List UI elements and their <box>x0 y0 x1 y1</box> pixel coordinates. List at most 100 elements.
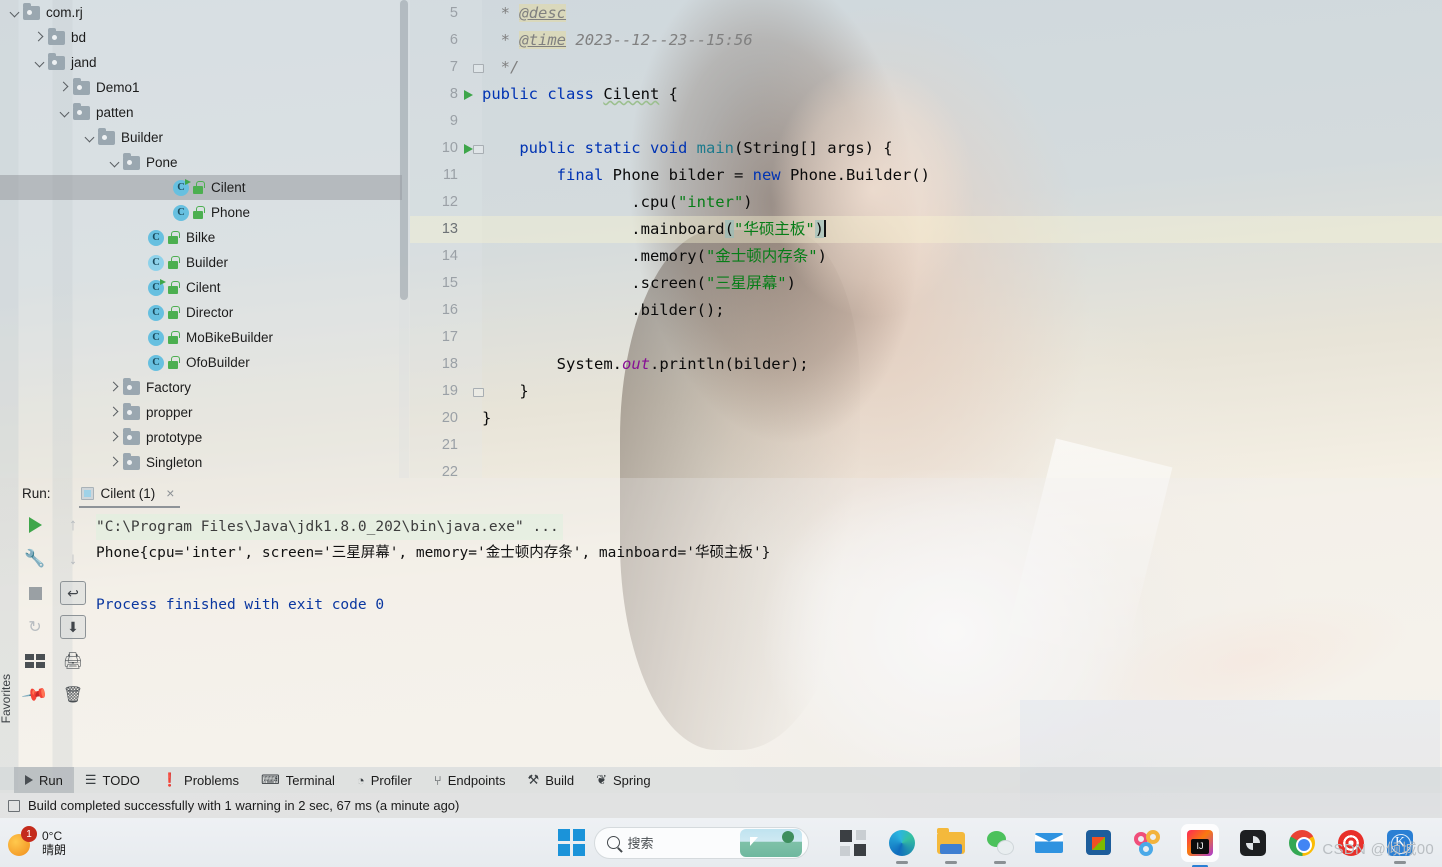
code-line-17[interactable]: 17 <box>410 324 1442 351</box>
search-input[interactable]: 搜索 <box>593 826 809 859</box>
scroll-up-button[interactable]: ↑ <box>54 508 92 542</box>
run-gutter-icon[interactable] <box>464 90 473 100</box>
tree-item-jand[interactable]: jand <box>0 50 402 75</box>
microsoft-store-icon[interactable] <box>1083 828 1113 858</box>
print-button[interactable]: 🖨 <box>54 644 92 678</box>
tree-item-cilent[interactable]: C Cilent <box>0 275 402 300</box>
run-console-toolbar-left[interactable]: 🔧 ↻ 📌 <box>16 508 54 767</box>
pin-tab-button[interactable]: 📌 <box>16 678 54 712</box>
layout-button[interactable] <box>16 644 54 678</box>
bottom-tab-run[interactable]: Run <box>14 767 74 793</box>
scroll-to-end-button[interactable]: ⬇ <box>54 610 92 644</box>
tree-item-phone[interactable]: C Phone <box>0 200 402 225</box>
bottom-tab-problems[interactable]: ❗ Problems <box>151 767 250 793</box>
left-tool-stripe[interactable]: Structure Favorites <box>0 478 16 767</box>
tree-item-factory[interactable]: Factory <box>0 375 402 400</box>
clear-all-button[interactable]: 🗑 <box>54 678 92 712</box>
chevron-right-icon[interactable] <box>108 450 123 475</box>
rerun-button[interactable] <box>16 508 54 542</box>
bottom-tool-bar[interactable]: Run ☰ TODO ❗ Problems ⌨ Terminal ◔ Profiler ⑂ Endp… <box>0 767 1442 793</box>
weather-widget[interactable]: 1 0°C 晴朗 <box>8 823 66 863</box>
chevron-down-icon[interactable] <box>8 0 23 25</box>
tree-item-patten[interactable]: patten <box>0 100 402 125</box>
chevron-right-icon[interactable] <box>33 25 48 50</box>
code-line-22[interactable]: 22 <box>410 459 1442 478</box>
wechat-icon[interactable] <box>985 828 1015 864</box>
rerun-failed-button[interactable]: ↻ <box>16 610 54 644</box>
tree-item-com.rj[interactable]: com.rj <box>0 0 402 25</box>
fan-control-icon[interactable] <box>1238 828 1268 858</box>
bottom-tab-todo[interactable]: ☰ TODO <box>74 767 151 793</box>
run-console-toolbar-right[interactable]: ↑ ↓ ↩ ⬇ 🖨 🗑 <box>54 508 92 767</box>
code-line-16[interactable]: 16 .bilder(); <box>410 297 1442 324</box>
widgets-icon[interactable] <box>838 828 868 858</box>
windows-taskbar[interactable]: 1 0°C 晴朗 搜索 IJ K <box>0 818 1442 867</box>
code-line-19[interactable]: 19 } <box>410 378 1442 405</box>
file-explorer-icon[interactable] <box>936 827 966 864</box>
folder-icon <box>48 52 65 70</box>
chevron-right-icon[interactable] <box>58 75 73 100</box>
code-line-10[interactable]: 10 public static void main(String[] args… <box>410 135 1442 162</box>
console-output[interactable]: "C:\Program Files\Java\jdk1.8.0_202\bin\… <box>96 514 1442 767</box>
run-tab-cilent[interactable]: Cilent (1) × <box>77 478 183 508</box>
chevron-down-icon[interactable] <box>58 100 73 125</box>
code-line-11[interactable]: 11 final Phone bilder = new Phone.Builde… <box>410 162 1442 189</box>
intellij-idea-icon[interactable] <box>1181 823 1219 867</box>
editor-code-area[interactable]: 5 * @desc 6 * @time 2023--12--23--15:56 7 … <box>410 0 1442 478</box>
chevron-right-icon[interactable] <box>108 400 123 425</box>
edge-icon[interactable] <box>887 828 917 864</box>
tree-item-prototype[interactable]: prototype <box>0 425 402 450</box>
code-line-13[interactable]: 13 .mainboard("华硕主板") <box>410 216 1442 243</box>
windows-logo-icon[interactable] <box>558 829 585 856</box>
soft-wrap-button[interactable]: ↩ <box>54 576 92 610</box>
code-line-8[interactable]: 8 public class Cilent { <box>410 81 1442 108</box>
code-line-18[interactable]: 18 System.out.println(bilder); <box>410 351 1442 378</box>
tree-item-demo1[interactable]: Demo1 <box>0 75 402 100</box>
mail-icon[interactable] <box>1034 828 1064 858</box>
bottom-tab-terminal[interactable]: ⌨ Terminal <box>250 767 346 793</box>
bottom-tab-spring[interactable]: ❦ Spring <box>585 767 661 793</box>
code-line-20[interactable]: 20} <box>410 405 1442 432</box>
tree-item-propper[interactable]: propper <box>0 400 402 425</box>
chevron-down-icon[interactable] <box>33 50 48 75</box>
project-tool-window[interactable]: com.rj bd jand Demo1 patten Builder Pone C Cilen… <box>0 0 410 478</box>
settings-button[interactable]: 🔧 <box>16 542 54 576</box>
project-scrollbar-thumb[interactable] <box>400 0 408 300</box>
chrome-icon[interactable] <box>1287 828 1317 858</box>
scroll-down-button[interactable]: ↓ <box>54 542 92 576</box>
code-line-15[interactable]: 15 .screen("三星屏幕") <box>410 270 1442 297</box>
chevron-down-icon[interactable] <box>83 125 98 150</box>
project-tree[interactable]: com.rj bd jand Demo1 patten Builder Pone C Cilen… <box>0 0 402 475</box>
tree-item-pone[interactable]: Pone <box>0 150 402 175</box>
code-line-12[interactable]: 12 .cpu("inter") <box>410 189 1442 216</box>
tree-item-singleton[interactable]: Singleton <box>0 450 402 475</box>
chevron-right-icon[interactable] <box>108 375 123 400</box>
code-line-9[interactable]: 9 <box>410 108 1442 135</box>
close-icon[interactable]: × <box>166 485 174 501</box>
bottom-tab-endpoints[interactable]: ⑂ Endpoints <box>423 767 517 793</box>
taskbar-center-group[interactable]: 搜索 <box>558 818 809 867</box>
photos-icon[interactable] <box>1132 828 1162 858</box>
run-tool-window[interactable]: Run: Cilent (1) × 🔧 ↻ 📌 ↑ ↓ ↩ ⬇ 🖨 🗑 "C:\Program… <box>0 478 1442 767</box>
code-line-5[interactable]: 5 * @desc <box>410 0 1442 27</box>
code-editor[interactable]: 5 * @desc 6 * @time 2023--12--23--15:56 7 … <box>410 0 1442 478</box>
chevron-right-icon[interactable] <box>108 425 123 450</box>
tree-item-mobikebuilder[interactable]: C MoBikeBuilder <box>0 325 402 350</box>
tree-item-ofobuilder[interactable]: C OfoBuilder <box>0 350 402 375</box>
tree-item-bilke[interactable]: C Bilke <box>0 225 402 250</box>
code-line-21[interactable]: 21 <box>410 432 1442 459</box>
chevron-down-icon[interactable] <box>108 150 123 175</box>
tree-item-cilent[interactable]: C Cilent <box>0 175 402 200</box>
tree-item-builder[interactable]: Builder <box>0 125 402 150</box>
tool-stripe-favorites[interactable]: Favorites <box>0 674 13 723</box>
tree-item-builder[interactable]: C Builder <box>0 250 402 275</box>
bottom-tab-profiler[interactable]: ◔ Profiler <box>346 767 423 793</box>
code-line-14[interactable]: 14 .memory("金士顿内存条") <box>410 243 1442 270</box>
tree-item-director[interactable]: C Director <box>0 300 402 325</box>
code-line-7[interactable]: 7 */ <box>410 54 1442 81</box>
code-line-6[interactable]: 6 * @time 2023--12--23--15:56 <box>410 27 1442 54</box>
bottom-tab-build[interactable]: ⚒ Build <box>517 767 586 793</box>
tree-item-bd[interactable]: bd <box>0 25 402 50</box>
run-gutter-icon[interactable] <box>464 144 473 154</box>
stop-button[interactable] <box>16 576 54 610</box>
